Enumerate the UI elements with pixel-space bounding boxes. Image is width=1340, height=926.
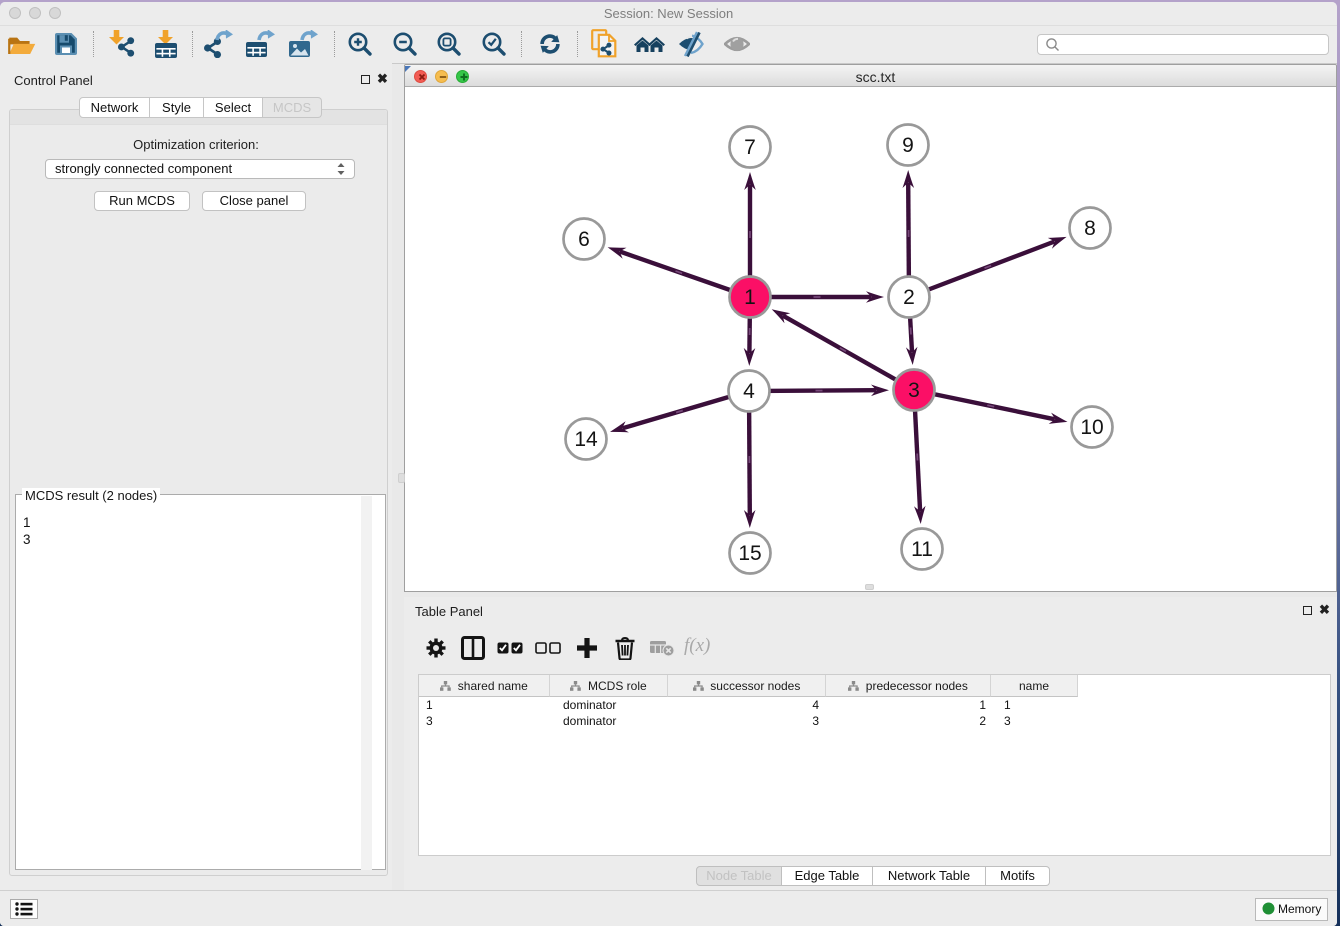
svg-text:1: 1 <box>744 286 756 309</box>
svg-text:7: 7 <box>744 136 756 159</box>
svg-text:9: 9 <box>902 134 914 157</box>
svg-text:14: 14 <box>574 428 598 451</box>
svg-text:8: 8 <box>1084 217 1096 240</box>
svg-text:3: 3 <box>908 379 920 402</box>
svg-text:4: 4 <box>743 380 755 403</box>
svg-text:10: 10 <box>1080 416 1103 439</box>
svg-text:2: 2 <box>903 286 915 309</box>
svg-text:15: 15 <box>738 542 761 565</box>
svg-text:6: 6 <box>578 228 590 251</box>
svg-text:11: 11 <box>911 538 933 561</box>
